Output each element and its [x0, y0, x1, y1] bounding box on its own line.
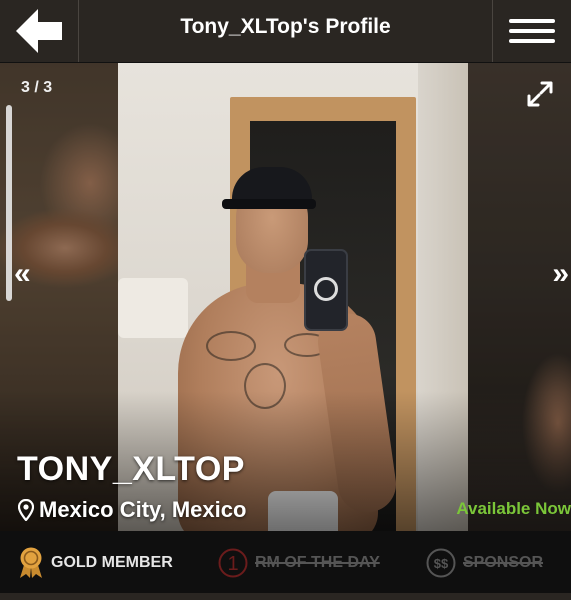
gold-medal-icon [20, 547, 42, 578]
hamburger-menu-icon [509, 13, 555, 49]
photo-gallery[interactable]: 3 / 3 « » TONY_XLTOP Mexico City, Mexico… [0, 63, 571, 531]
expand-button[interactable] [527, 81, 553, 107]
map-pin-icon [18, 499, 34, 521]
number-one-icon: 1 [218, 548, 248, 578]
sponsor-label: SPONSOR [463, 554, 544, 571]
badges-bar: GOLD MEMBER 1 RM OF THE DAY $$ SPONSOR [0, 531, 571, 593]
previous-photo-button[interactable]: « [14, 259, 31, 289]
footer-divider [0, 593, 571, 600]
arrow-left-icon [16, 9, 62, 53]
gold-member-badge[interactable]: GOLD MEMBER [18, 547, 173, 579]
svg-text:1: 1 [227, 553, 238, 575]
location-text: Mexico City, Mexico [39, 497, 247, 522]
profile-location: Mexico City, Mexico [18, 497, 246, 523]
gold-member-label: GOLD MEMBER [51, 554, 173, 571]
sponsor-dollar-icon: $$ [426, 548, 456, 578]
photo-counter: 3 / 3 [21, 79, 53, 96]
availability-status: Available Now [456, 499, 571, 518]
menu-button[interactable] [492, 0, 571, 62]
sponsor-badge[interactable]: $$ SPONSOR [426, 547, 543, 579]
svg-text:$$: $$ [434, 556, 449, 571]
gallery-scrollbar[interactable] [6, 105, 12, 301]
back-button[interactable] [0, 0, 79, 62]
profile-username: TONY_XLTOP [17, 450, 245, 488]
rm-of-the-day-label: RM OF THE DAY [255, 554, 380, 571]
rm-of-the-day-badge[interactable]: 1 RM OF THE DAY [218, 547, 380, 579]
next-photo-button[interactable]: » [552, 259, 569, 289]
top-bar: Tony_XLTop's Profile [0, 0, 571, 63]
page-title: Tony_XLTop's Profile [180, 15, 391, 38]
expand-icon [527, 81, 553, 107]
